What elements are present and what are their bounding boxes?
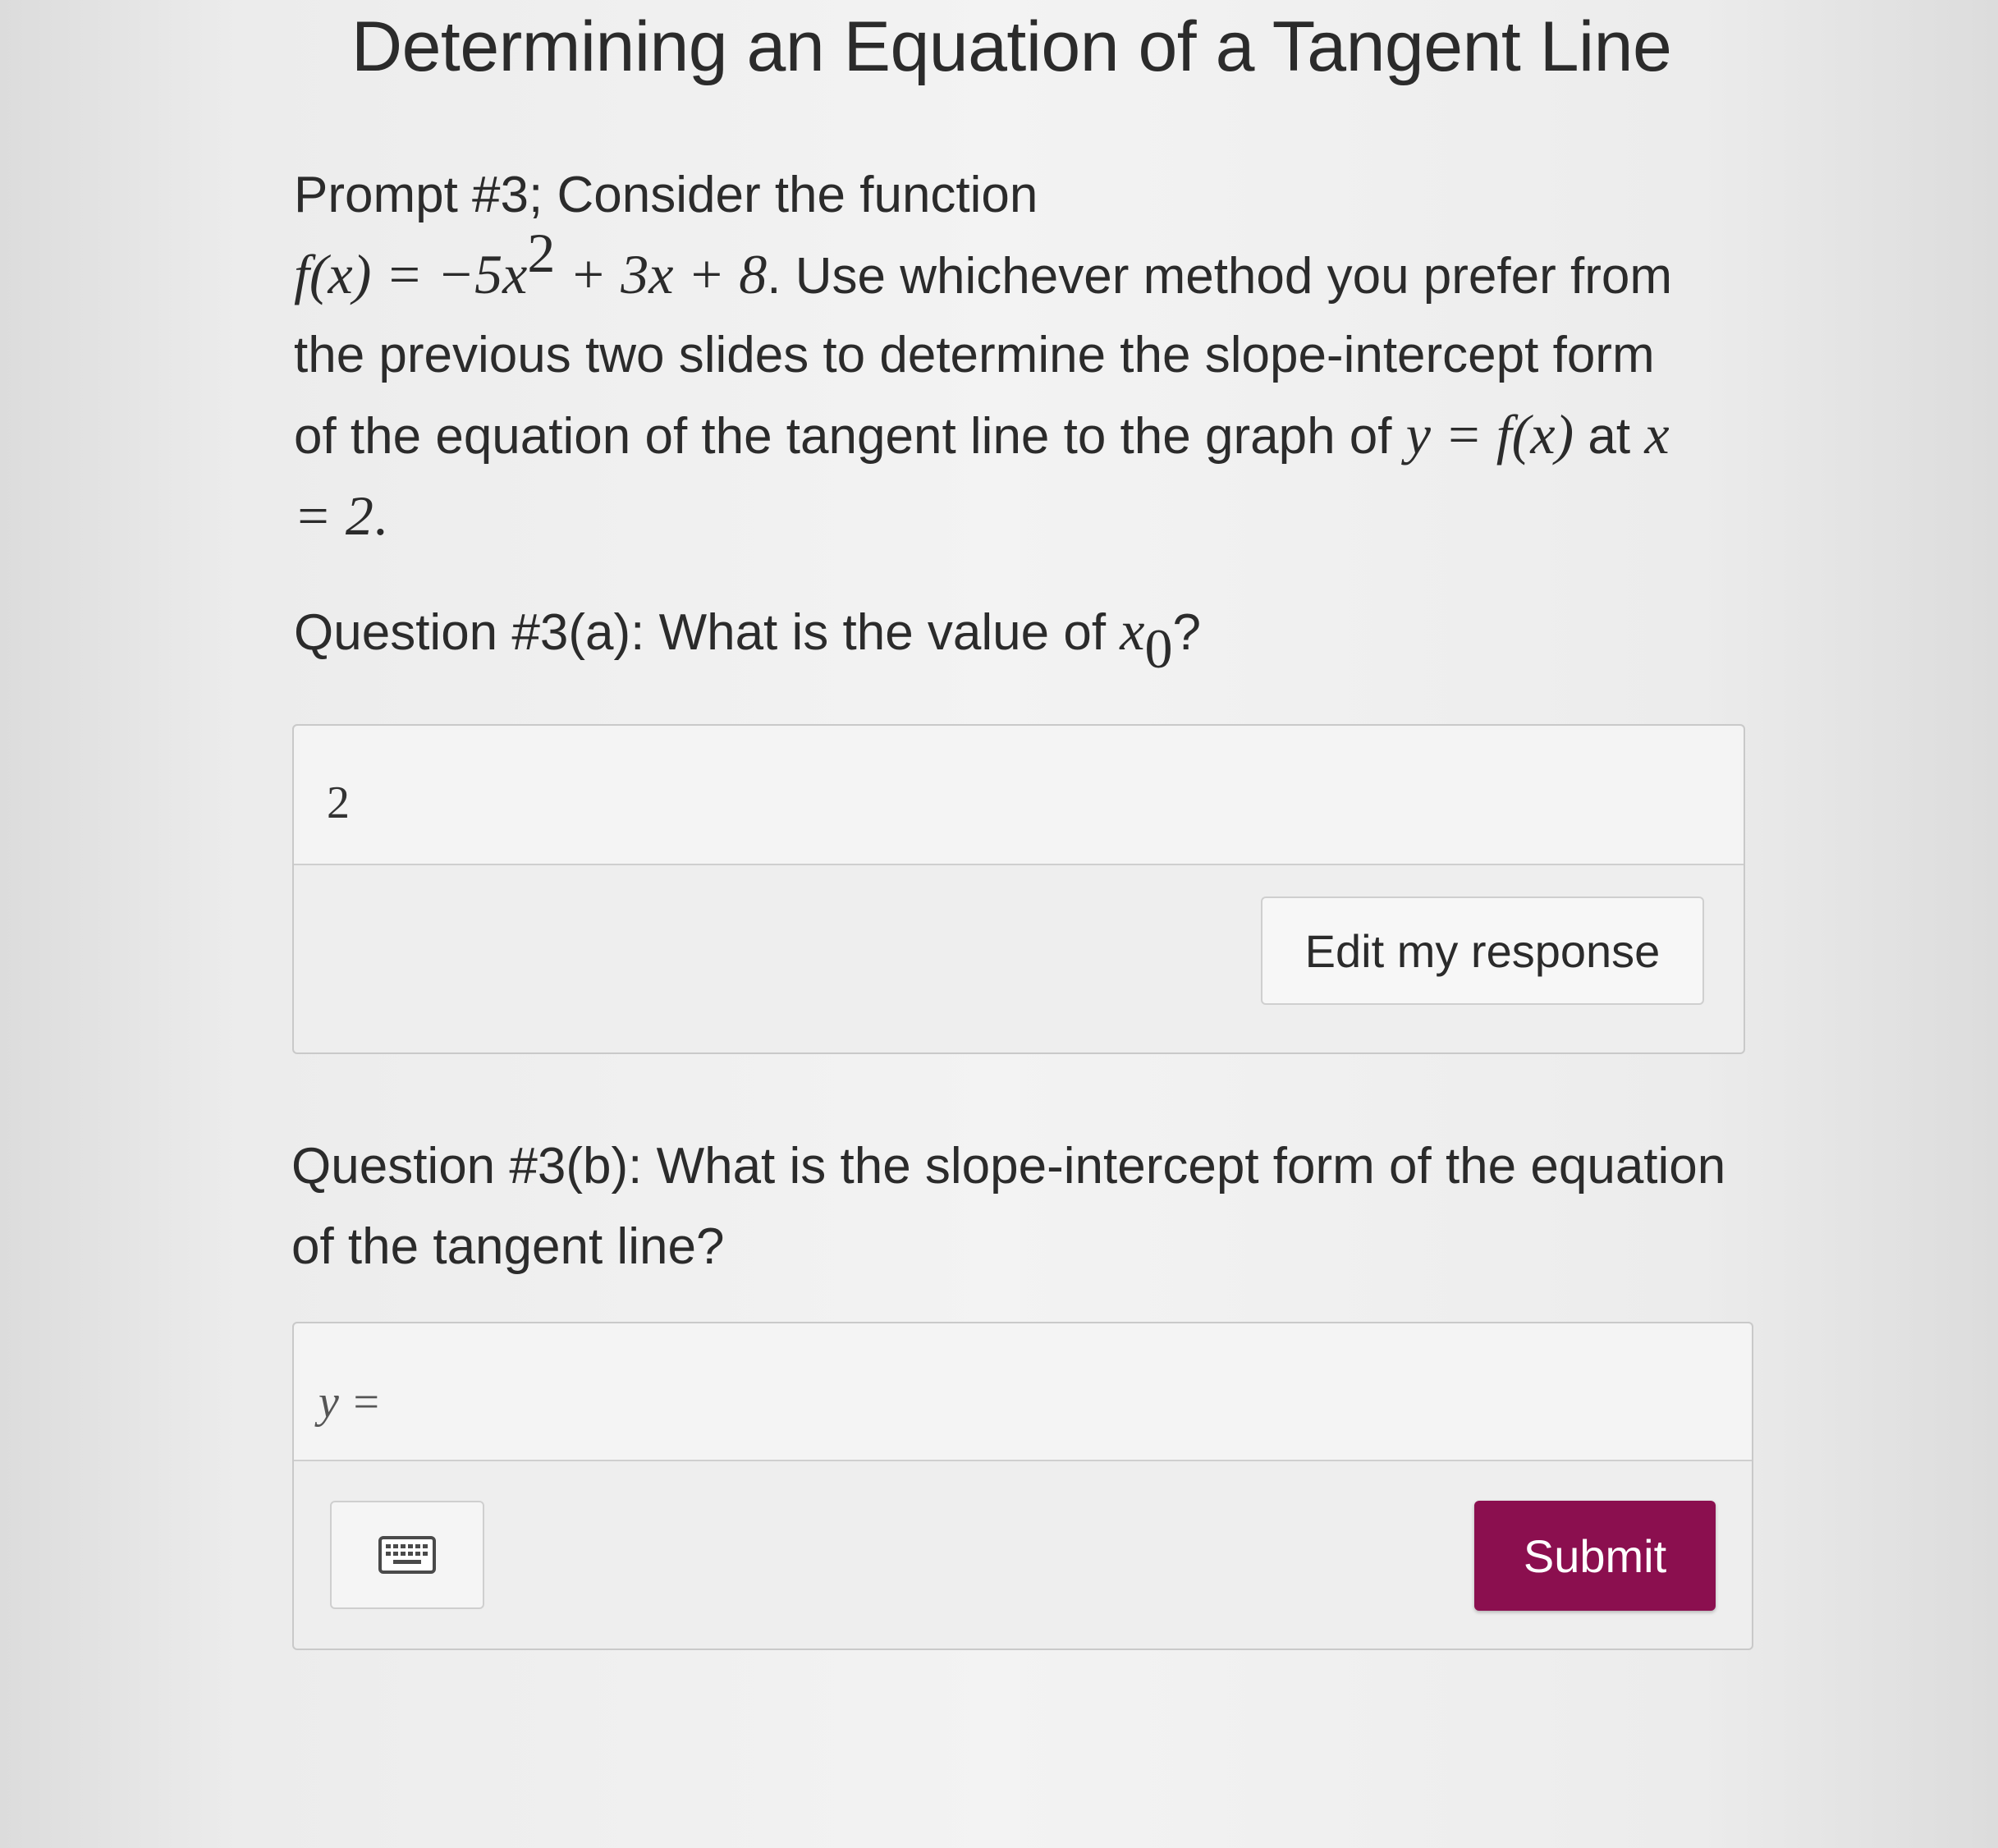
answer-b-input[interactable]: y =	[294, 1323, 1752, 1461]
keyboard-button[interactable]	[330, 1501, 484, 1609]
question-a: Question #3(a): What is the value of x0?	[294, 591, 1201, 676]
submit-button[interactable]: Submit	[1474, 1501, 1716, 1611]
function-lhs: f(x) = −5x	[294, 243, 528, 305]
answer-b-panel: y = Submit	[292, 1322, 1753, 1650]
question-a-text: Question #3(a): What is the value of	[294, 604, 1120, 661]
prompt-at: at	[1574, 408, 1645, 465]
function-rhs: + 3x + 8	[555, 243, 768, 305]
function-exponent: 2	[527, 222, 556, 284]
answer-a-value: 2	[327, 777, 350, 828]
question-a-sub: 0	[1144, 617, 1173, 680]
prompt-text: Prompt #3; Consider the function f(x) = …	[294, 156, 1706, 557]
answer-a-field: 2	[294, 726, 1744, 865]
graph-expression: y = f(x)	[1405, 403, 1574, 465]
prompt-lead: Prompt #3; Consider the function	[294, 167, 1038, 223]
page-title: Determining an Equation of a Tangent Lin…	[351, 7, 1672, 86]
edit-response-button[interactable]: Edit my response	[1261, 896, 1704, 1005]
question-a-qmark: ?	[1172, 604, 1201, 661]
prompt-end: .	[373, 484, 387, 547]
input-prefix: y =	[318, 1377, 382, 1428]
question-b-text: Question #3(b): What is the slope-interc…	[291, 1138, 1726, 1275]
question-a-var: x	[1120, 599, 1145, 662]
keyboard-icon	[378, 1536, 436, 1574]
answer-a-panel: 2 Edit my response	[292, 724, 1745, 1054]
